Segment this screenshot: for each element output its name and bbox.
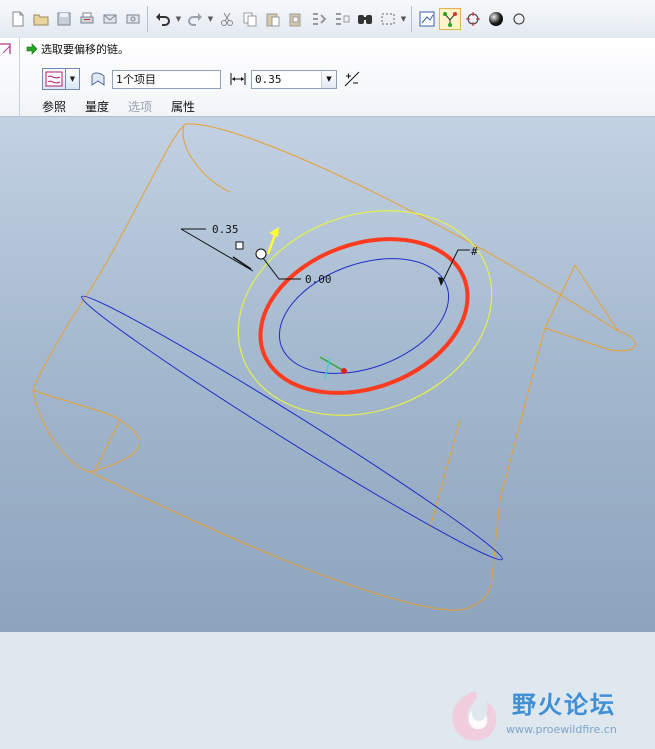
print-icon[interactable] — [76, 8, 98, 30]
watermark-name: 野火论坛 — [512, 691, 616, 719]
copy-icon[interactable] — [239, 8, 261, 30]
solid-edge — [32, 389, 91, 473]
solid-wireframe — [32, 123, 636, 611]
select-dropdown-icon[interactable]: ▼ — [400, 8, 408, 30]
sketch-view-icon[interactable] — [416, 8, 438, 30]
new-icon[interactable] — [7, 8, 29, 30]
offset-value-dropdown[interactable]: ▼ — [321, 70, 336, 88]
offset-distance-icon — [230, 73, 246, 85]
message-prompt: 选取要偏移的链。 — [26, 41, 129, 57]
offset-value-text[interactable]: 0.35 — [252, 71, 321, 88]
lower-ellipse-curve — [81, 295, 503, 561]
drag-handle[interactable] — [235, 241, 244, 250]
offset-value-input[interactable]: 0.35 ▼ — [251, 69, 337, 89]
solid-edge — [84, 123, 187, 299]
redo-dropdown-icon[interactable]: ▼ — [207, 8, 215, 30]
offset-preview-curve — [237, 210, 493, 416]
regen-manager-icon[interactable] — [331, 8, 353, 30]
paste-special-icon[interactable] — [285, 8, 307, 30]
chain-collector-icon[interactable] — [88, 69, 108, 89]
hash-label: # — [471, 245, 478, 258]
solid-edge — [544, 264, 576, 329]
email-link-icon[interactable] — [122, 8, 144, 30]
solid-edge — [89, 471, 449, 611]
shading-icon[interactable] — [485, 8, 507, 30]
tab-references[interactable]: 参照 — [42, 98, 66, 115]
csys-marker — [319, 356, 347, 379]
tab-options: 选项 — [128, 100, 153, 114]
offset-type-dropdown[interactable]: ▼ — [66, 68, 80, 90]
save-icon[interactable] — [53, 8, 75, 30]
solid-edge — [185, 123, 619, 332]
solid-edge — [429, 419, 461, 529]
open-icon[interactable] — [30, 8, 52, 30]
leader-arrow — [232, 256, 252, 270]
prompt-text: 选取要偏移的链。 — [41, 43, 129, 56]
flame-logo-icon — [452, 691, 497, 741]
spin-center-icon[interactable] — [462, 8, 484, 30]
offset-dimension-label[interactable]: 0.35 — [212, 223, 239, 236]
find-icon[interactable] — [354, 8, 376, 30]
graphics-window[interactable]: 0.35 0.00 # 野火论坛 www.proewildfire.cn — [0, 117, 655, 741]
selected-chain[interactable] — [239, 212, 489, 421]
offset-type-icon — [45, 71, 63, 87]
datum-display-icon[interactable] — [438, 8, 461, 30]
regenerate-icon[interactable] — [308, 8, 330, 30]
watermark-logo: 野火论坛 www.proewildfire.cn — [442, 679, 655, 749]
offset-result-curve — [278, 258, 450, 374]
solid-edge — [32, 389, 121, 421]
undo-dropdown-icon[interactable]: ▼ — [175, 8, 183, 30]
flip-direction-icon[interactable] — [343, 70, 361, 88]
dashboard-tabs: 参照 量度 选项 属性 — [42, 98, 214, 115]
solid-edge — [32, 297, 86, 391]
solid-edge — [609, 330, 636, 352]
paste-icon[interactable] — [262, 8, 284, 30]
solid-edge — [94, 419, 121, 471]
offset-dashboard: 选取要偏移的链。 ▼ 1个项目 0.35 ▼ 参照 量度 选项 属性 — [0, 38, 655, 117]
solid-edge — [491, 499, 501, 578]
zero-dimension-label[interactable]: 0.00 — [305, 273, 332, 286]
dashboard-divider — [19, 38, 20, 116]
offset-type-button[interactable] — [42, 68, 66, 90]
email-icon[interactable] — [99, 8, 121, 30]
toolbar-separator — [147, 6, 148, 32]
dashboard-controls: ▼ 1个项目 0.35 ▼ — [42, 67, 361, 91]
dashboard-handle-icon — [0, 43, 11, 54]
watermark-url: www.proewildfire.cn — [506, 723, 617, 736]
redo-icon[interactable] — [184, 8, 206, 30]
chain-items-field[interactable]: 1个项目 — [112, 69, 221, 89]
model-view[interactable]: 0.35 0.00 # — [0, 117, 655, 632]
prompt-arrow-icon — [26, 43, 38, 55]
undo-icon[interactable] — [152, 8, 174, 30]
select-box-icon[interactable] — [377, 8, 399, 30]
toolbar-separator — [411, 6, 412, 32]
solid-edge — [574, 264, 619, 332]
cut-icon[interactable] — [216, 8, 238, 30]
solid-edge — [447, 576, 493, 611]
start-point-handle[interactable] — [255, 248, 267, 260]
solid-edge — [544, 327, 611, 351]
tab-measurements[interactable]: 量度 — [85, 98, 109, 115]
more-icon[interactable] — [508, 8, 530, 30]
solid-edge — [499, 327, 546, 501]
main-toolbar: ▼ ▼ ▼ — [0, 0, 655, 39]
tab-properties[interactable]: 属性 — [171, 98, 195, 115]
solid-edge — [182, 125, 231, 193]
